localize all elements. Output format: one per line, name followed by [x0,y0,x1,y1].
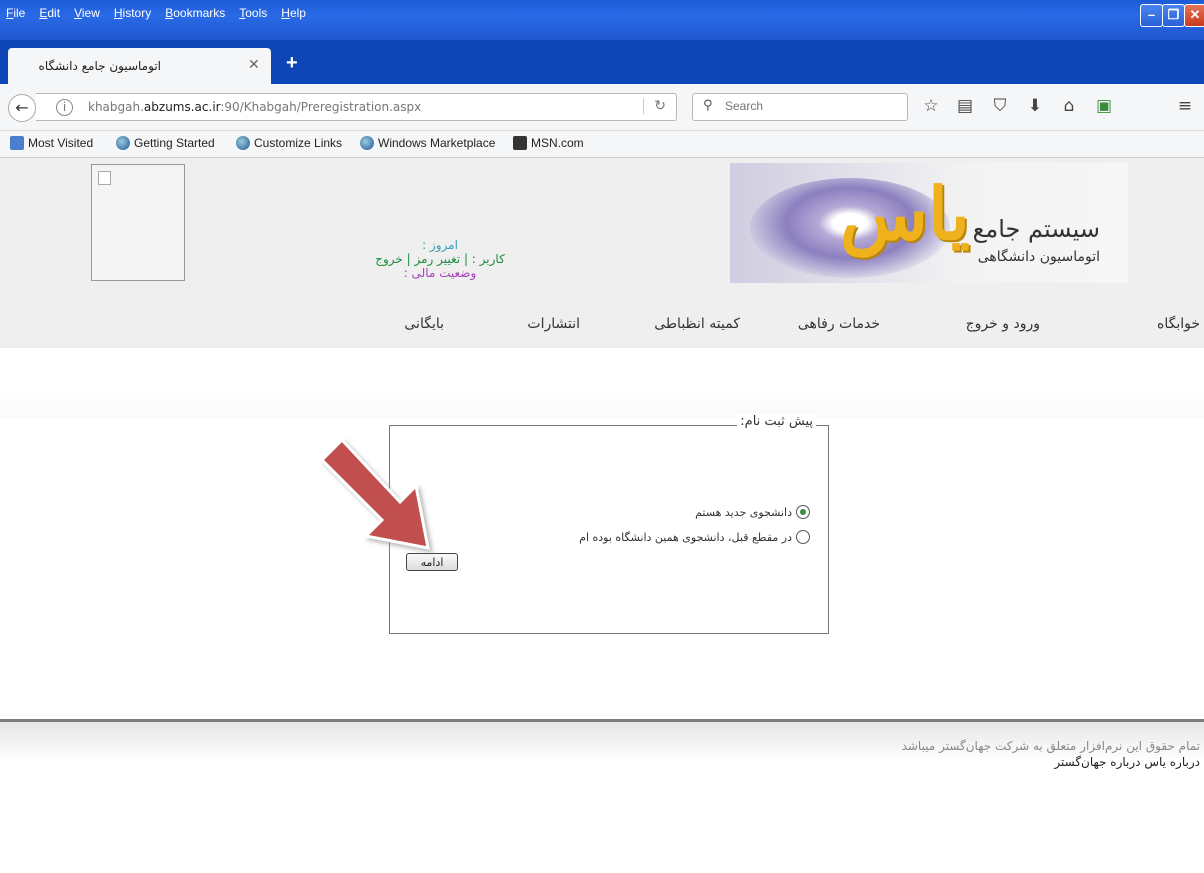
about-links[interactable]: درباره یاس درباره جهان‌گستر [902,754,1200,770]
nav-entry-exit[interactable]: ورود و خروج [966,316,1040,332]
info-icon[interactable]: i [56,99,73,116]
copyright-text: تمام حقوق این نرم‌افزار متعلق به شرکت جه… [901,739,1200,753]
pointer-arrow-icon [320,438,430,550]
tab-strip: اتوماسیون جامع دانشگاه ✕ [0,40,1204,84]
download-icon[interactable]: ⬇ [1024,96,1046,116]
user-info: امروز : کاربر : | تغییر رمز | خروج وضعیت… [320,238,560,280]
logout-link[interactable]: خروج [375,252,403,266]
nav-welfare-services[interactable]: خدمات رفاهی [798,316,880,332]
minimize-button[interactable]: – [1140,4,1163,27]
broken-image-icon [98,171,111,185]
yas-banner: یاس سیستم جامع اتوماسیون دانشگاهی [730,163,1128,283]
close-tab-icon[interactable]: ✕ [248,57,260,73]
menu-view[interactable]: View [74,6,100,20]
addon-icon[interactable]: ▣ [1093,96,1115,116]
menu-bookmarks[interactable]: Bookmarks [165,6,225,20]
bookmark-customize-links[interactable]: Customize Links [236,136,342,150]
search-input[interactable] [723,98,897,114]
close-window-button[interactable]: ✕ [1184,4,1204,27]
banner-title: سیستم جامع [972,215,1100,243]
bookmark-most-visited[interactable]: Most Visited [10,136,93,150]
menu-file[interactable]: File [6,6,25,20]
url-text: khabgah.abzums.ac.ir:90/Khabgah/Preregis… [88,100,422,114]
preregistration-form: پیش ثبت نام: دانشجوی جدید هستم در مقطع ق… [389,414,829,634]
nav-dormitory[interactable]: خوابگاه [1157,316,1200,332]
option-new-student[interactable]: دانشجوی جدید هستم [695,505,810,519]
main-nav: خوابگاه ورود و خروج خدمات رفاهی کمیته ان… [360,316,1200,338]
globe-icon [360,136,374,150]
reading-list-icon[interactable]: ▤ [954,96,976,116]
url-bar[interactable]: i khabgah.abzums.ac.ir:90/Khabgah/Prereg… [36,93,677,121]
date-label: امروز : [422,238,458,252]
navigation-toolbar: ← i khabgah.abzums.ac.ir:90/Khabgah/Prer… [0,84,1204,131]
form-legend: پیش ثبت نام: [737,414,816,429]
radio-new-student[interactable] [796,505,810,519]
yas-logo-text: یاس [840,171,970,256]
menu-history[interactable]: History [114,6,151,20]
option-previous-student[interactable]: در مقطع قبل، دانشجوی همین دانشگاه بوده ا… [579,530,810,544]
globe-icon [116,136,130,150]
footer: تمام حقوق این نرم‌افزار متعلق به شرکت جه… [902,738,1200,770]
menu-edit[interactable]: Edit [39,6,60,20]
browser-tab[interactable]: اتوماسیون جامع دانشگاه ✕ [8,48,271,84]
back-button[interactable]: ← [8,94,36,122]
menu-tools[interactable]: Tools [239,6,267,20]
user-label: کاربر : [471,252,505,266]
user-line: کاربر : | تغییر رمز | خروج [375,252,505,266]
bookmark-msn[interactable]: MSN.com [513,136,584,150]
pocket-icon[interactable]: ⛉ [989,96,1011,116]
hamburger-menu-icon[interactable]: ≡ [1174,96,1196,116]
new-tab-icon[interactable]: + [286,52,298,75]
financial-status-label: وضعیت مالی : [403,266,477,280]
msn-icon [513,136,527,150]
search-box[interactable]: ⚲ [692,93,908,121]
nav-publications[interactable]: انتشارات [527,316,580,332]
user-photo-placeholder [91,164,185,281]
maximize-button[interactable]: ❐ [1162,4,1185,27]
bookmarks-toolbar: Most Visited Getting Started Customize L… [0,131,1204,158]
menu-bar: File Edit View History Bookmarks Tools H… [0,0,1204,40]
tab-title: اتوماسیون جامع دانشگاه [38,59,161,73]
menu-help[interactable]: Help [281,6,306,20]
reload-icon[interactable]: ↻ [643,98,666,114]
banner-subtitle: اتوماسیون دانشگاهی [977,249,1100,265]
nav-disciplinary-committee[interactable]: کمیته انظباطی [654,316,740,332]
search-icon: ⚲ [703,98,713,113]
bookmark-getting-started[interactable]: Getting Started [116,136,215,150]
option-label: در مقطع قبل، دانشجوی همین دانشگاه بوده ا… [579,530,792,544]
radio-previous-student[interactable] [796,530,810,544]
most-visited-icon [10,136,24,150]
star-icon[interactable]: ☆ [920,96,942,116]
bookmark-windows-marketplace[interactable]: Windows Marketplace [360,136,495,150]
change-password-link[interactable]: تغییر رمز [414,252,460,266]
nav-archive[interactable]: بایگانی [404,316,444,332]
option-label: دانشجوی جدید هستم [695,505,792,519]
globe-icon [236,136,250,150]
home-icon[interactable]: ⌂ [1058,96,1080,116]
content-area [0,348,1204,418]
